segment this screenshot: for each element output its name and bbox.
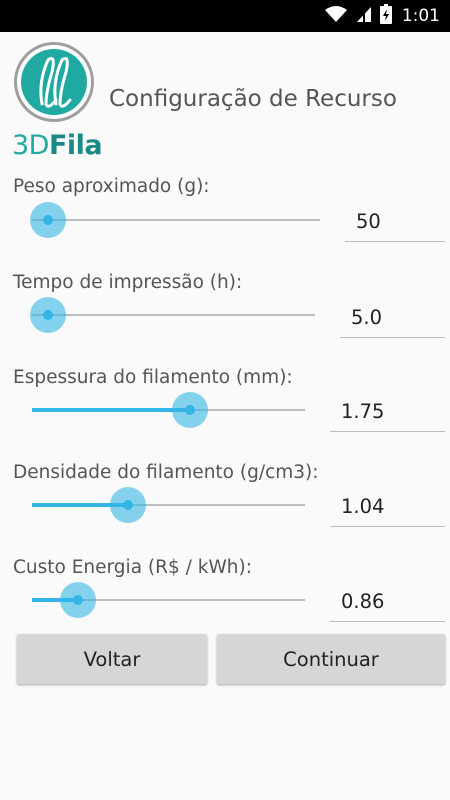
tempo-input[interactable]: 5.0 (340, 304, 445, 338)
status-time: 1:01 (401, 6, 440, 26)
logo-circle-icon (14, 42, 94, 122)
cell-signal-icon (356, 5, 372, 27)
slider-thumb[interactable] (30, 202, 66, 238)
setting-label: Peso aproximado (g): (13, 176, 210, 197)
setting-label: Espessura do filamento (mm): (13, 367, 293, 388)
slider-thumb[interactable] (30, 297, 66, 333)
slider-fill (32, 408, 191, 412)
wifi-icon (324, 5, 348, 27)
logo-text: 3DFila (12, 130, 103, 161)
app-logo: 3DFila (12, 42, 103, 161)
setting-label: Custo Energia (R$ / kWh): (13, 557, 252, 578)
espessura-input[interactable]: 1.75 (330, 398, 445, 432)
peso-slider[interactable] (30, 202, 320, 238)
logo-text-fila: Fila (48, 130, 103, 161)
setting-label: Densidade do filamento (g/cm3): (13, 462, 319, 483)
densidade-input[interactable]: 1.04 (330, 493, 445, 527)
header: 3DFila Configuração de Recurso (0, 32, 450, 161)
custo-energia-slider[interactable] (32, 582, 305, 618)
slider-thumb[interactable] (172, 392, 209, 428)
peso-input[interactable]: 50 (345, 208, 445, 242)
setting-label: Tempo de impressão (h): (13, 272, 243, 293)
continue-button[interactable]: Continuar (217, 634, 445, 684)
custo-energia-input[interactable]: 0.86 (330, 588, 445, 622)
status-icons: 1:01 (324, 4, 440, 28)
espessura-slider[interactable] (32, 392, 305, 428)
page-title: Configuração de Recurso (109, 86, 397, 112)
densidade-slider[interactable] (32, 487, 305, 523)
back-button[interactable]: Voltar (17, 634, 207, 684)
slider-thumb[interactable] (60, 582, 97, 618)
logo-text-3d: 3D (12, 130, 49, 161)
status-bar: 1:01 (0, 0, 450, 32)
battery-icon (379, 4, 392, 28)
slider-thumb[interactable] (109, 487, 146, 523)
tempo-slider[interactable] (30, 297, 315, 333)
